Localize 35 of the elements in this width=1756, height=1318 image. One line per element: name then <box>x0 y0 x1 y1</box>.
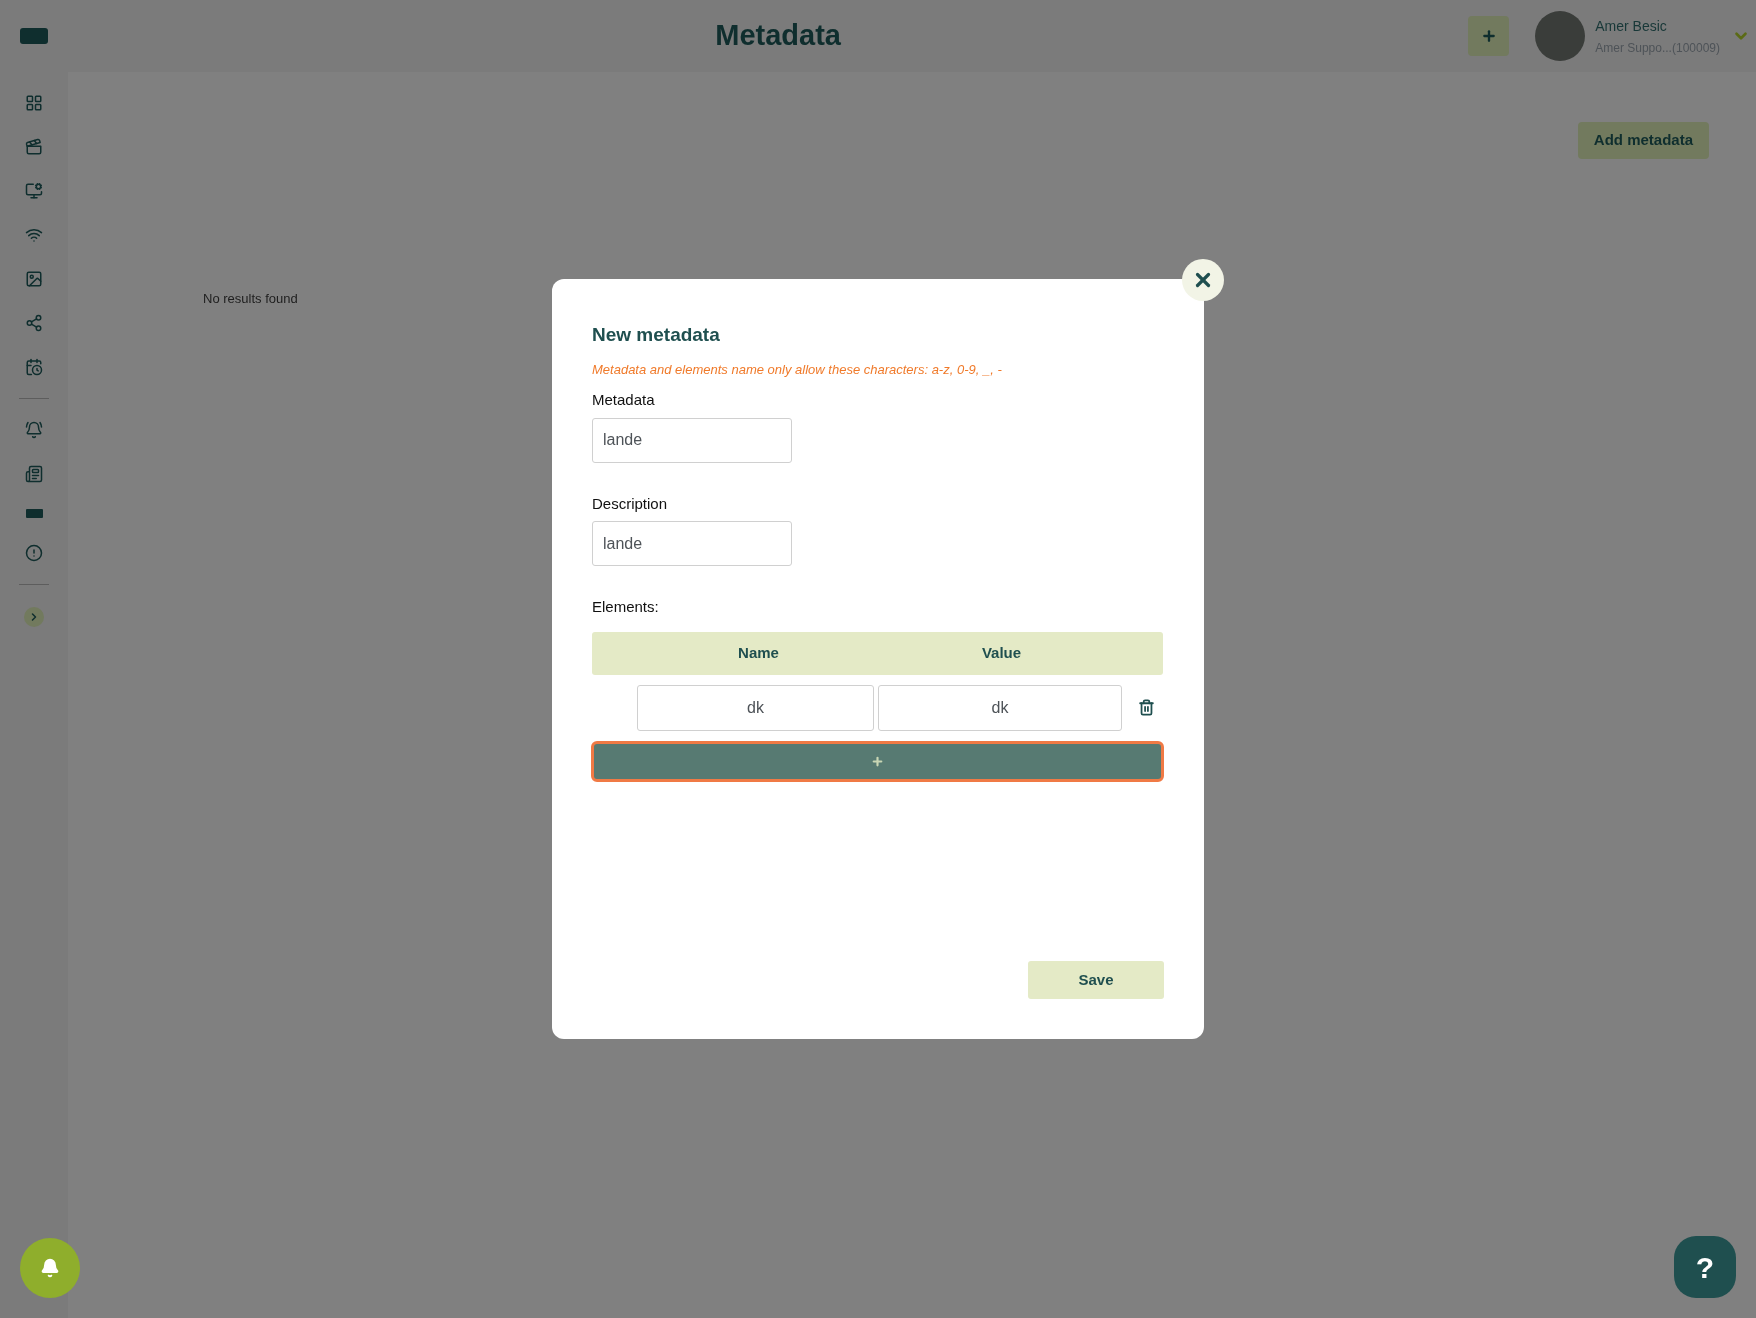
share-icon[interactable] <box>25 314 43 332</box>
text-field[interactable]: lande <box>592 417 792 463</box>
alert-icon[interactable] <box>25 544 43 562</box>
wifi-icon[interactable] <box>25 226 43 244</box>
column-header: Name <box>737 642 780 663</box>
save-button[interactable]: Save <box>1028 961 1164 999</box>
close-button[interactable] <box>1182 259 1224 301</box>
expand-sidebar-button[interactable] <box>24 607 44 627</box>
field-label: Metadata <box>592 390 656 410</box>
empty-message: No results found <box>203 290 299 308</box>
hint-text: Metadata and elements name only allow these characters: a-z, 0-9, _, - <box>592 360 1003 379</box>
user-name: Amer Besic <box>1595 16 1668 36</box>
add-button[interactable] <box>1468 16 1510 56</box>
newspaper-icon[interactable] <box>25 465 43 483</box>
alarm-icon[interactable] <box>25 421 43 439</box>
add-row-button[interactable] <box>591 740 1164 782</box>
plus-icon <box>1480 28 1497 44</box>
image-icon[interactable] <box>25 270 43 288</box>
media-icon[interactable] <box>25 138 43 156</box>
delete-icon[interactable] <box>1138 699 1155 716</box>
grid-icon[interactable] <box>25 94 43 112</box>
avatar[interactable] <box>1535 11 1586 61</box>
text-field[interactable]: lande <box>592 521 792 566</box>
plus-icon <box>871 754 884 768</box>
elements-label: Elements: <box>592 597 660 617</box>
column-header: Value <box>980 642 1023 663</box>
field-label: Description <box>592 493 669 514</box>
help-button[interactable]: ? <box>1674 1236 1736 1298</box>
element-value-field[interactable]: dk <box>878 684 1122 731</box>
dialog-title: New metadata <box>592 323 721 347</box>
calendar-clock-icon[interactable] <box>25 358 43 376</box>
bell-icon <box>40 1258 60 1278</box>
element-name-field[interactable]: dk <box>637 684 874 731</box>
page-title: Metadata <box>715 18 841 54</box>
card-icon[interactable] <box>25 509 43 518</box>
